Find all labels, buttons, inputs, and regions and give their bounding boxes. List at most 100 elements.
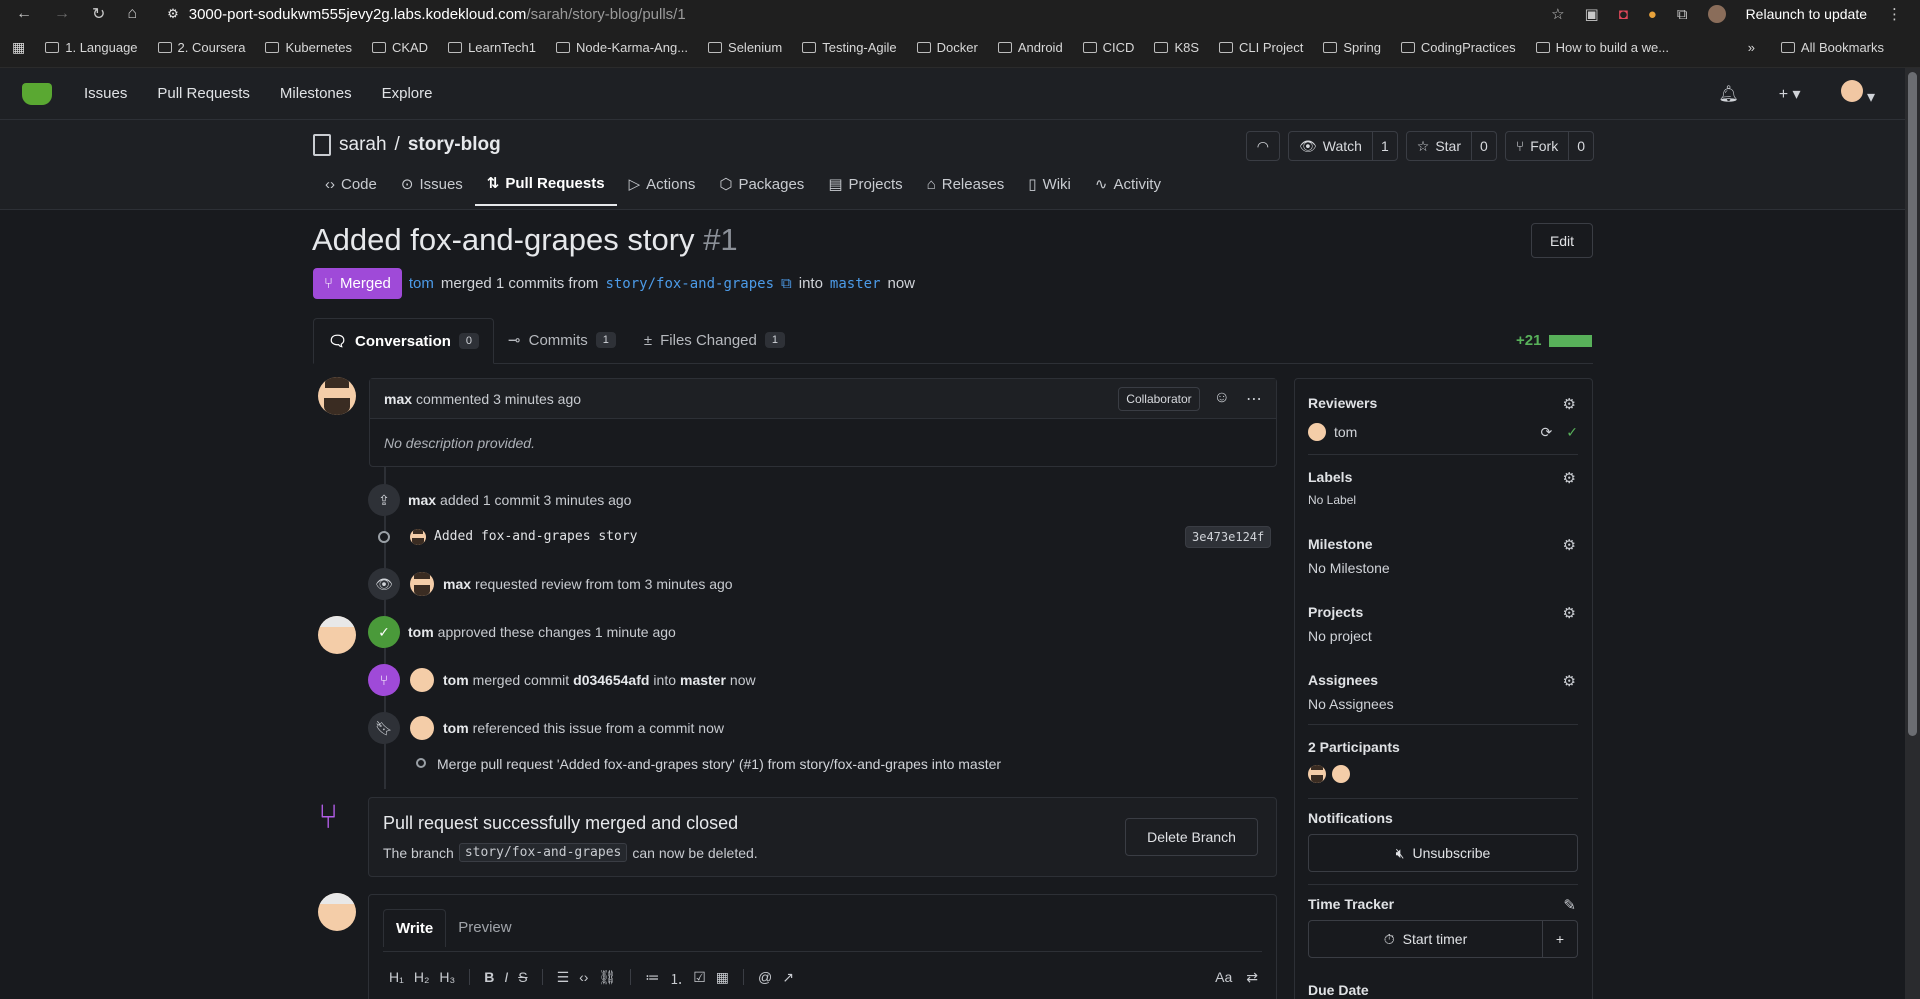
gitea-logo-icon[interactable] xyxy=(22,82,52,105)
commit-message[interactable]: Added fox-and-grapes story xyxy=(434,529,638,544)
bookmark-item[interactable]: CLI Project xyxy=(1219,40,1303,55)
nav-issues[interactable]: Issues xyxy=(84,85,127,102)
italic-icon[interactable]: I xyxy=(504,969,508,989)
re-request-icon[interactable]: ⟳ xyxy=(1541,424,1553,441)
labels-gear-icon[interactable]: ⚙ xyxy=(1563,469,1576,487)
relaunch-button[interactable]: Relaunch to update xyxy=(1746,6,1867,22)
heading2-icon[interactable]: H₂ xyxy=(414,969,430,989)
bookmark-item[interactable]: Selenium xyxy=(708,40,782,55)
apps-grid-icon[interactable]: ▦ xyxy=(12,39,25,56)
from-branch-link[interactable]: story/fox-and-grapes xyxy=(605,276,774,292)
tab-code[interactable]: ‹› Code xyxy=(313,166,389,206)
bookmark-item[interactable]: Android xyxy=(997,40,1063,55)
numbered-list-icon[interactable]: ⒈ xyxy=(669,969,683,989)
delete-branch-button[interactable]: Delete Branch xyxy=(1125,818,1258,856)
tom-small-avatar[interactable] xyxy=(410,668,434,692)
nav-pull-requests[interactable]: Pull Requests xyxy=(157,85,250,102)
copy-icon[interactable]: ⧉ xyxy=(781,275,792,292)
heading3-icon[interactable]: H₃ xyxy=(439,969,455,989)
tab-commits[interactable]: ⊸ Commits 1 xyxy=(494,317,630,363)
link-icon[interactable]: ⛓︎ xyxy=(598,969,616,989)
code-icon[interactable]: ‹› xyxy=(579,969,588,989)
back-icon[interactable]: ← xyxy=(16,5,32,23)
edit-pencil-icon[interactable]: ✎ xyxy=(1563,896,1576,914)
pocket-icon[interactable]: ◘ xyxy=(1619,6,1628,23)
mention-icon[interactable]: @ xyxy=(758,969,772,989)
assignees-gear-icon[interactable]: ⚙ xyxy=(1563,672,1576,690)
bookmark-item[interactable]: Testing-Agile xyxy=(802,40,897,55)
tab-wiki[interactable]: ▯ Wiki xyxy=(1016,166,1083,206)
tab-releases[interactable]: ⌂ Releases xyxy=(915,166,1017,206)
bookmark-item[interactable]: 1. Language xyxy=(45,40,138,55)
participant-avatar[interactable] xyxy=(1308,765,1326,783)
profile-avatar[interactable] xyxy=(1707,5,1726,23)
task-list-icon[interactable]: ☑ xyxy=(693,969,706,989)
heading1-icon[interactable]: H₁ xyxy=(389,969,404,989)
bookmark-star-icon[interactable]: ☆ xyxy=(1551,5,1564,23)
user-menu[interactable]: ▾ xyxy=(1840,80,1875,107)
address-bar[interactable]: ⚙ 3000-port-sodukwm555jevy2g.labs.kodekl… xyxy=(167,6,686,23)
star-button[interactable]: ☆ Star 0 xyxy=(1405,131,1497,161)
tom-small-avatar[interactable] xyxy=(410,716,434,740)
cross-reference-icon[interactable]: ↗ xyxy=(782,969,794,989)
bookmark-item[interactable]: How to build a we... xyxy=(1535,40,1669,55)
event-author[interactable]: tom xyxy=(408,624,434,640)
reload-icon[interactable]: ↻ xyxy=(92,4,105,24)
max-small-avatar[interactable] xyxy=(410,572,434,596)
bold-icon[interactable]: B xyxy=(484,969,494,989)
bookmark-item[interactable]: LearnTech1 xyxy=(448,40,536,55)
forward-icon[interactable]: → xyxy=(54,5,70,23)
repo-name-link[interactable]: story-blog xyxy=(408,134,501,156)
start-timer-button[interactable]: ⏱︎ Start timer xyxy=(1308,920,1543,958)
bullet-list-icon[interactable]: ≔ xyxy=(645,969,659,989)
projects-gear-icon[interactable]: ⚙ xyxy=(1563,604,1576,622)
bookmark-item[interactable]: K8S xyxy=(1154,40,1199,55)
bookmark-item[interactable]: Docker xyxy=(916,40,978,55)
tab-activity[interactable]: ∿ Activity xyxy=(1083,166,1173,206)
edit-button[interactable]: Edit xyxy=(1531,223,1593,258)
tab-conversation[interactable]: 🗨︎ Conversation 0 xyxy=(313,318,495,364)
participant-avatar[interactable] xyxy=(1332,765,1350,783)
reviewers-gear-icon[interactable]: ⚙ xyxy=(1563,395,1576,413)
star-count[interactable]: 0 xyxy=(1471,132,1496,160)
site-info-icon[interactable]: ⚙ xyxy=(167,6,179,22)
bookmark-item[interactable]: 2. Coursera xyxy=(157,40,245,55)
event-author[interactable]: max xyxy=(443,576,471,592)
tab-preview[interactable]: Preview xyxy=(446,909,523,947)
event-author[interactable]: max xyxy=(408,492,436,508)
more-options-icon[interactable]: ⋯ xyxy=(1246,389,1262,409)
watch-count[interactable]: 1 xyxy=(1371,132,1397,160)
commit-sha[interactable]: 3e473e124f xyxy=(1185,526,1272,548)
tom-avatar[interactable] xyxy=(318,616,356,654)
reviewer-name[interactable]: tom xyxy=(1334,424,1357,440)
merge-commit-sha[interactable]: d034654afd xyxy=(573,672,649,688)
bookmark-item[interactable]: Spring xyxy=(1323,40,1381,55)
fork-button[interactable]: ⑂ Fork 0 xyxy=(1504,131,1594,161)
add-time-button[interactable]: + xyxy=(1543,920,1578,958)
strikethrough-icon[interactable]: S xyxy=(518,969,527,989)
quote-icon[interactable]: ☰ xyxy=(557,969,570,989)
event-author[interactable]: tom xyxy=(443,720,469,736)
milestone-gear-icon[interactable]: ⚙ xyxy=(1563,536,1576,554)
merger-link[interactable]: tom xyxy=(409,275,434,292)
menu-icon[interactable]: ⋮ xyxy=(1887,5,1902,23)
watch-button[interactable]: 👁︎ Watch 1 xyxy=(1288,131,1398,161)
bookmark-item[interactable]: Node-Karma-Ang... xyxy=(556,40,688,55)
repo-owner-link[interactable]: sarah xyxy=(339,134,387,156)
bookmark-item[interactable]: CKAD xyxy=(371,40,428,55)
referenced-commit[interactable]: Merge pull request 'Added fox-and-grapes… xyxy=(437,756,1001,772)
reaction-icon[interactable]: ☺ xyxy=(1214,389,1230,409)
scrollbar-thumb[interactable] xyxy=(1908,72,1917,736)
comment-author[interactable]: max xyxy=(384,391,412,407)
nav-milestones[interactable]: Milestones xyxy=(280,85,352,102)
fork-count[interactable]: 0 xyxy=(1568,132,1593,160)
all-bookmarks[interactable]: All Bookmarks xyxy=(1780,40,1884,55)
tab-files-changed[interactable]: ± Files Changed 1 xyxy=(630,317,799,363)
event-author[interactable]: tom xyxy=(443,672,469,688)
switch-editor-icon[interactable]: ⇄ xyxy=(1246,969,1258,986)
table-icon[interactable]: ▦ xyxy=(716,969,729,989)
tom-avatar[interactable] xyxy=(318,893,356,931)
bookmark-item[interactable]: CodingPractices xyxy=(1400,40,1516,55)
tab-write[interactable]: Write xyxy=(383,909,447,947)
merge-target-branch[interactable]: master xyxy=(680,672,726,688)
